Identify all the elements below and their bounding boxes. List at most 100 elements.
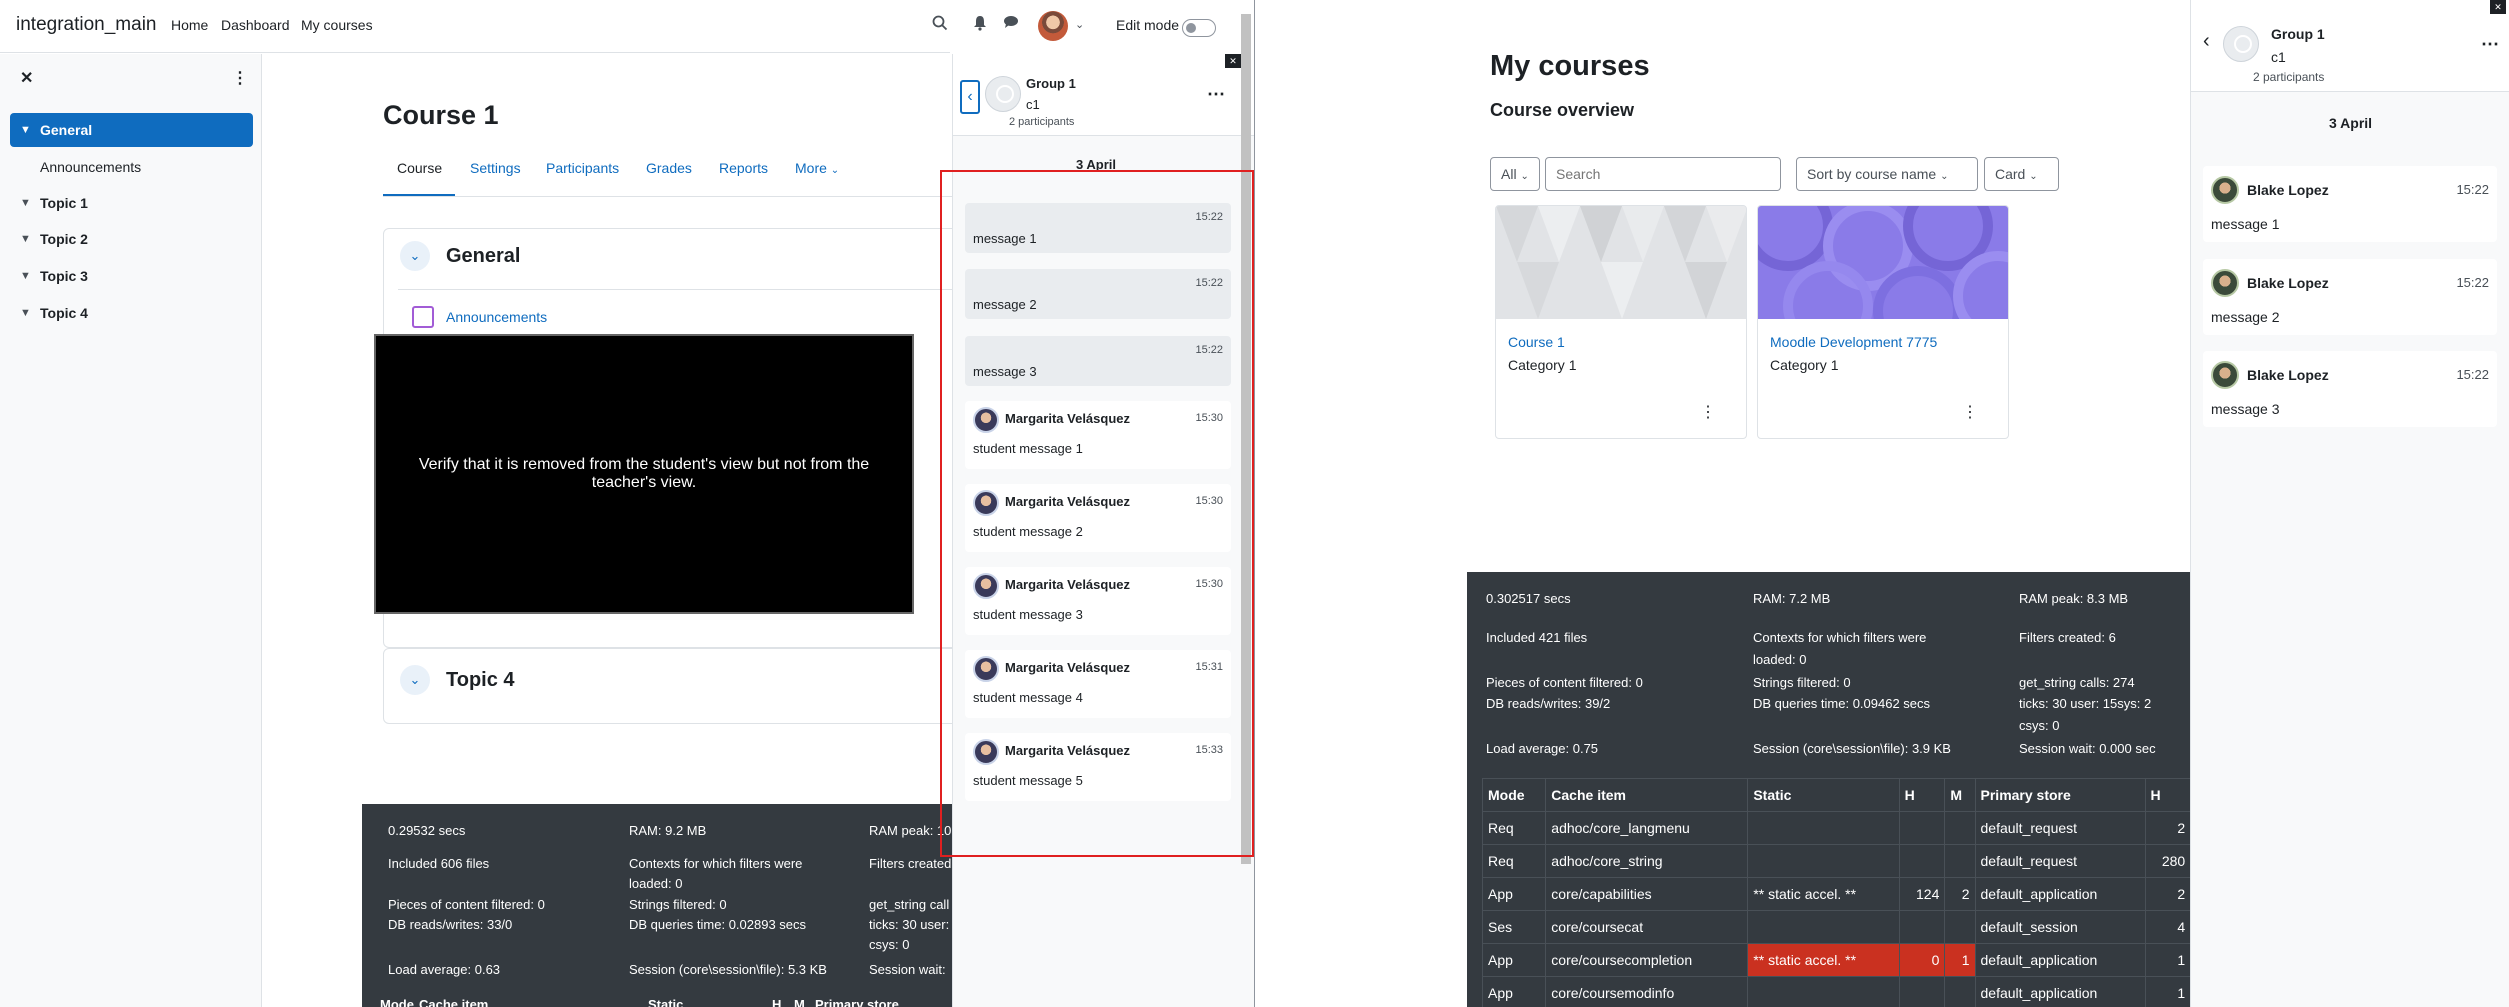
received-message: Blake Lopez 15:22 message 3: [2203, 351, 2497, 427]
perf-table-head: Cache item: [419, 997, 489, 1007]
activity-announcements-link[interactable]: Announcements: [446, 309, 547, 325]
message-text: message 1: [2211, 216, 2280, 232]
perf-strings-filtered: Strings filtered: 0: [629, 897, 727, 912]
view-dropdown[interactable]: Card ⌄: [1984, 157, 2059, 191]
notifications-bell-icon[interactable]: [970, 15, 990, 35]
table-cell: Req: [1481, 844, 1547, 878]
perf-contexts: Contexts for which filters were: [1753, 630, 1927, 645]
table-cell: 280: [2144, 844, 2192, 878]
tab-reports[interactable]: Reports: [719, 160, 768, 176]
tab-course[interactable]: Course: [397, 160, 442, 176]
perf-contexts-count: loaded: 0: [1753, 652, 1807, 667]
tab-grades[interactable]: Grades: [646, 160, 692, 176]
perf-csys: csys: 0: [869, 937, 910, 952]
conversation-subtitle: c1: [1026, 97, 1040, 112]
edit-mode-toggle[interactable]: [1182, 19, 1216, 37]
perf-get-string: get_string calls: 274: [2019, 675, 2135, 690]
course-index-general[interactable]: ▼ General: [10, 113, 253, 147]
page-title: My courses: [1490, 50, 1650, 82]
table-cell: 2: [2144, 877, 2192, 911]
course-index-topic-3[interactable]: ▼ Topic 3: [10, 259, 253, 293]
nav-home[interactable]: Home: [171, 17, 208, 33]
perf-contexts-count: loaded: 0: [629, 876, 683, 891]
perf-db-time: DB queries time: 0.09462 secs: [1753, 696, 1931, 711]
cache-col-header: Primary store: [1974, 778, 2146, 812]
close-drawer-icon[interactable]: ✕: [1225, 54, 1241, 68]
back-arrow-icon[interactable]: ‹: [960, 80, 980, 114]
sender-avatar: [2211, 176, 2239, 204]
site-brand[interactable]: integration_main: [16, 14, 156, 36]
instruction-overlay: Verify that it is removed from the stude…: [374, 334, 914, 614]
chevron-down-icon: ⌄: [2029, 171, 2038, 182]
sort-dropdown[interactable]: Sort by course name ⌄: [1796, 157, 1978, 191]
search-input[interactable]: [1545, 157, 1781, 191]
course-actions-kebab-icon[interactable]: ⋮: [1962, 402, 1978, 422]
back-arrow-icon[interactable]: ‹: [2203, 30, 2210, 53]
table-cell: Ses: [1481, 910, 1547, 944]
course-name-link[interactable]: Course 1: [1508, 334, 1565, 350]
perf-table-head: Primary store: [815, 997, 899, 1007]
perf-db-rw: DB reads/writes: 33/0: [388, 917, 513, 932]
conversation-subtitle: c1: [2271, 49, 2286, 65]
table-cell: default_request: [1974, 844, 2146, 878]
table-cell: default_application: [1974, 877, 2146, 911]
chevron-down-icon: ▼: [20, 270, 31, 282]
course-index-topic-1[interactable]: ▼ Topic 1: [10, 186, 253, 220]
course-card[interactable]: Course 1 Category 1 ⋮: [1495, 205, 1747, 439]
nav-dashboard[interactable]: Dashboard: [221, 17, 290, 33]
course-image: [1496, 206, 1746, 319]
conversation-title: Group 1: [1026, 76, 1076, 91]
participants-count: 2 participants: [2253, 70, 2325, 84]
user-avatar[interactable]: [1038, 11, 1068, 41]
table-cell: [1898, 910, 1946, 944]
table-row: Sescore/coursecatdefault_session401: [1481, 910, 2263, 944]
conversation-options-icon[interactable]: ⋯: [2481, 34, 2499, 55]
nav-my-courses[interactable]: My courses: [301, 17, 373, 33]
messages-chat-icon[interactable]: [1001, 15, 1021, 35]
table-cell: App: [1481, 877, 1547, 911]
table-row: Reqadhoc/core_langmenudefault_request211: [1481, 811, 2263, 845]
course-index-topic-4[interactable]: ▼ Topic 4: [10, 296, 253, 330]
tab-more[interactable]: More ⌄: [795, 160, 839, 176]
perf-load: Load average: 0.63: [388, 962, 501, 977]
close-drawer-icon[interactable]: ✕: [2490, 0, 2506, 14]
left-browser-window: integration_main Home Dashboard My cours…: [0, 0, 1254, 1007]
drawer-options-kebab-icon[interactable]: ⋮: [232, 68, 248, 88]
performance-footer: 0.29532 secs RAM: 9.2 MB RAM peak: 10 In…: [362, 804, 952, 1007]
chevron-down-icon: ▼: [20, 124, 31, 136]
conversation-header: ‹ Group 1 c1 2 participants ⋯: [953, 54, 1254, 136]
table-cell: default_application: [1974, 943, 2146, 977]
grouping-dropdown[interactable]: All ⌄: [1490, 157, 1540, 191]
perf-ticks: ticks: 30 user:: [869, 917, 950, 932]
table-row: App core/coursemodinfo default_application…: [1481, 976, 2263, 1007]
date-separator: 3 April: [2329, 115, 2373, 131]
collapse-section-chevron-icon[interactable]: ⌄: [400, 241, 430, 271]
tab-participants[interactable]: Participants: [546, 160, 619, 176]
collapse-section-chevron-icon[interactable]: ⌄: [400, 665, 430, 695]
table-cell: Req: [1481, 811, 1547, 845]
received-message: Blake Lopez 15:22 message 1: [2203, 166, 2497, 242]
course-actions-kebab-icon[interactable]: ⋮: [1700, 402, 1716, 422]
course-index-topic-2[interactable]: ▼ Topic 2: [10, 222, 253, 256]
tab-settings[interactable]: Settings: [470, 160, 521, 176]
user-menu-chevron-icon[interactable]: ⌄: [1075, 18, 1084, 31]
table-cell: [1944, 811, 1976, 845]
chevron-down-icon: ▼: [20, 307, 31, 319]
cache-col-header: Static: [1747, 778, 1900, 812]
course-name-link[interactable]: Moodle Development 7775: [1770, 334, 1937, 350]
conversation-title: Group 1: [2271, 26, 2325, 42]
course-index-announcements[interactable]: Announcements: [10, 150, 253, 184]
edit-mode-label: Edit mode: [1116, 17, 1180, 33]
conversation-options-icon[interactable]: ⋯: [1207, 84, 1225, 105]
close-drawer-icon[interactable]: ✕: [20, 68, 33, 88]
course-card[interactable]: Moodle Development 7775 Category 1 ⋮: [1757, 205, 2009, 439]
perf-ram: RAM: 9.2 MB: [629, 823, 707, 838]
message-text: message 3: [2211, 401, 2280, 417]
right-browser-window: My courses Course overview All ⌄ Sort by…: [1255, 0, 2509, 1007]
perf-table-head: H: [772, 997, 782, 1007]
search-icon[interactable]: [930, 15, 950, 35]
table-cell: core/coursecompletion: [1545, 943, 1749, 977]
participants-count: 2 participants: [1009, 116, 1075, 128]
chevron-down-icon: ▼: [20, 197, 31, 209]
group-avatar: [2223, 26, 2259, 62]
